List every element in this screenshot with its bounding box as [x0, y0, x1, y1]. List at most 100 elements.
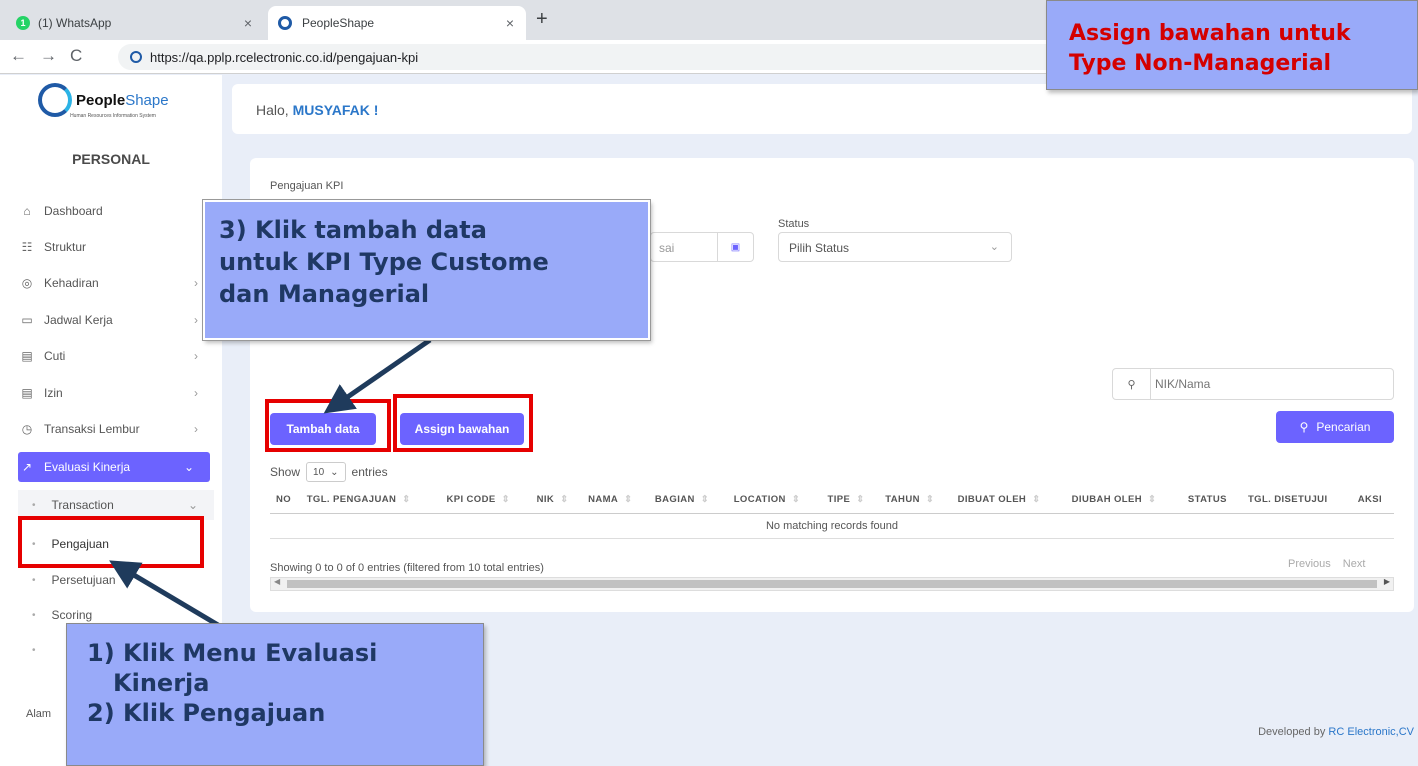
column-header[interactable]: TGL. DISETUJUI	[1241, 488, 1352, 514]
column-header: AKSI	[1351, 488, 1394, 514]
logo-text: PeopleShape	[76, 91, 169, 109]
sidebar-item-izin[interactable]: ▤ Izin ›	[18, 378, 214, 408]
peopleshape-logo-icon	[38, 83, 72, 117]
reload-icon[interactable]: C	[70, 46, 82, 66]
company-link[interactable]: RC Electronic,CV	[1328, 726, 1414, 738]
org-chart-icon: ☷	[21, 240, 33, 254]
column-header[interactable]: STATUS	[1181, 488, 1242, 514]
chevron-right-icon: ›	[194, 349, 198, 363]
footer-credit: Developed by RC Electronic,CV	[1258, 726, 1414, 738]
calendar-icon[interactable]: ▣	[717, 233, 753, 261]
bullet-icon: •	[32, 609, 36, 621]
pencarian-button[interactable]: ⚲ Pencarian	[1276, 411, 1394, 443]
page-title: Pengajuan KPI	[270, 180, 344, 192]
sidebar-item-cuti[interactable]: ▤ Cuti ›	[18, 341, 214, 371]
sidebar-item-jadwal-kerja[interactable]: ▭ Jadwal Kerja ›	[18, 305, 214, 335]
callout-steps-1-2: 1) Klik Menu Evaluasi Kinerja 2) Klik Pe…	[66, 623, 484, 766]
pagination: Previous Next	[1282, 556, 1371, 572]
status-select[interactable]: Pilih Status ⌄	[778, 232, 1012, 262]
peopleshape-logo[interactable]: PeopleShape	[38, 83, 169, 117]
column-header[interactable]: TAHUN ⇕	[879, 488, 952, 514]
highlight-pengajuan	[18, 516, 204, 568]
logo-tagline: Human Resources Information System	[70, 113, 156, 119]
sort-icon: ⇕	[1032, 494, 1041, 505]
sidebar-item-evaluasi-kinerja[interactable]: ↗ Evaluasi Kinerja ⌄	[18, 452, 210, 482]
whatsapp-badge-icon: 1	[16, 16, 30, 30]
column-header[interactable]: NIK ⇕	[530, 488, 583, 514]
sidebar-footer-text: Alam	[26, 708, 52, 720]
sidebar-item-dashboard[interactable]: ⌂ Dashboard	[18, 196, 214, 226]
sort-icon: ⇕	[1148, 494, 1157, 505]
briefcase-icon: ▭	[21, 313, 33, 327]
scrollbar-thumb[interactable]	[287, 580, 1377, 588]
peopleshape-favicon-icon	[278, 16, 292, 30]
search-input[interactable]	[1153, 373, 1383, 395]
browser-tab-whatsapp[interactable]: 1 (1) WhatsApp ×	[6, 6, 264, 40]
greeting: Halo, MUSYAFAK !	[256, 102, 379, 118]
column-header[interactable]: KPI CODE ⇕	[440, 488, 531, 514]
back-arrow-icon[interactable]: ←	[10, 46, 27, 66]
callout-assign-bawahan: Assign bawahan untuk Type Non-Managerial	[1046, 0, 1418, 90]
sidebar-subitem-persetujuan[interactable]: • Persetujuan	[18, 565, 214, 595]
previous-page-button[interactable]: Previous	[1282, 556, 1337, 572]
column-header[interactable]: NAMA ⇕	[582, 488, 649, 514]
column-header[interactable]: DIUBAH OLEH ⇕	[1065, 488, 1182, 514]
search-box: ⚲	[1112, 368, 1394, 400]
user-name: MUSYAFAK !	[292, 102, 379, 118]
chevron-down-icon: ⌄	[330, 466, 339, 478]
search-icon: ⚲	[1113, 369, 1151, 399]
chevron-right-icon: ›	[194, 422, 198, 436]
tab-label: (1) WhatsApp	[38, 16, 112, 30]
top-bar: Halo, MUSYAFAK !	[232, 84, 1412, 134]
kpi-table: NO TGL. PENGAJUAN ⇕ KPI CODE ⇕ NIK ⇕ NAMA ⇕ …	[270, 488, 1394, 539]
forward-arrow-icon[interactable]: →	[40, 46, 57, 66]
horizontal-scrollbar[interactable]: ◀ ▶	[270, 577, 1394, 591]
column-header[interactable]: TGL. PENGAJUAN ⇕	[300, 488, 441, 514]
chevron-down-icon: ⌄	[989, 241, 999, 253]
chevron-right-icon: ›	[194, 276, 198, 290]
empty-message: No matching records found	[270, 513, 1394, 539]
sort-icon: ⇕	[700, 494, 710, 505]
scroll-right-icon[interactable]: ▶	[1384, 577, 1390, 586]
column-header[interactable]: TIPE ⇕	[821, 488, 880, 514]
callout-step-3: 3) Klik tambah data untuk KPI Type Custo…	[202, 199, 651, 341]
highlight-tambah-data	[265, 399, 391, 452]
column-header[interactable]: BAGIAN ⇕	[648, 488, 728, 514]
sidebar-item-struktur[interactable]: ☷ Struktur	[18, 232, 214, 262]
browser-tab-peopleshape[interactable]: PeopleShape ×	[268, 6, 526, 40]
column-header[interactable]: LOCATION ⇕	[727, 488, 822, 514]
tab-label: PeopleShape	[302, 16, 375, 30]
home-icon: ⌂	[23, 204, 31, 218]
scroll-left-icon[interactable]: ◀	[274, 577, 280, 586]
new-tab-icon[interactable]: +	[536, 8, 548, 31]
chevron-right-icon: ›	[194, 313, 198, 327]
sidebar-item-kehadiran[interactable]: ◎ Kehadiran ›	[18, 268, 214, 298]
entries-select[interactable]: 10 ⌄	[306, 462, 346, 482]
sidebar-section-title: PERSONAL	[72, 151, 150, 167]
bullet-icon: •	[32, 644, 36, 656]
chevron-right-icon: ›	[194, 386, 198, 400]
next-page-button[interactable]: Next	[1337, 556, 1372, 572]
fingerprint-icon: ◎	[21, 276, 33, 290]
chart-line-icon: ↗	[21, 460, 33, 474]
table-info: Showing 0 to 0 of 0 entries (filtered fr…	[270, 562, 544, 574]
bullet-icon: •	[32, 574, 36, 586]
close-tab-icon[interactable]: ×	[506, 15, 514, 31]
site-info-icon[interactable]	[130, 51, 142, 63]
sort-icon: ⇕	[791, 494, 801, 505]
url-text: https://qa.pplp.rcelectronic.co.id/penga…	[150, 49, 419, 65]
calendar-icon: ▤	[21, 349, 33, 363]
sidebar-item-transaksi-lembur[interactable]: ◷ Transaksi Lembur ›	[18, 414, 214, 444]
chevron-down-icon: ⌄	[187, 498, 198, 512]
sort-icon: ⇕	[402, 494, 411, 505]
table-row: No matching records found	[270, 513, 1394, 539]
bullet-icon: •	[32, 499, 36, 511]
chevron-down-icon: ⌄	[183, 460, 194, 474]
date-end-field[interactable]: sai ▣	[650, 232, 754, 262]
column-header[interactable]: DIBUAT OLEH ⇕	[951, 488, 1066, 514]
clock-icon: ◷	[21, 422, 33, 436]
close-tab-icon[interactable]: ×	[244, 15, 252, 31]
search-icon: ⚲	[1299, 420, 1309, 434]
table-header-row: NO TGL. PENGAJUAN ⇕ KPI CODE ⇕ NIK ⇕ NAMA ⇕ …	[270, 488, 1394, 514]
sort-icon: ⇕	[501, 494, 510, 505]
